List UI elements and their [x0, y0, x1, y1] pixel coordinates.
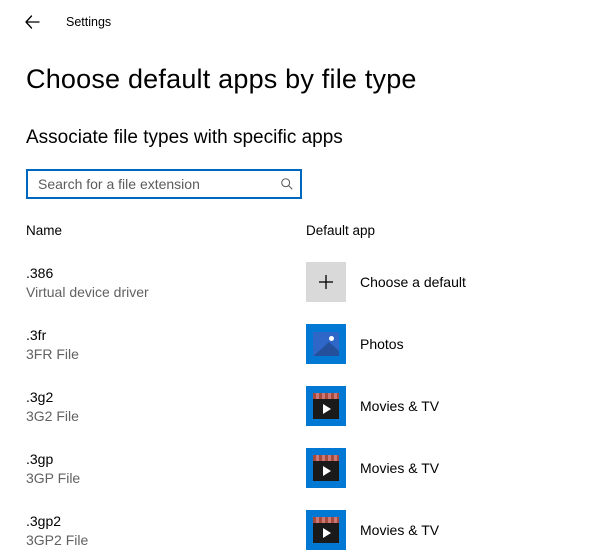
file-extension: .3gp — [26, 450, 306, 469]
column-header-name: Name — [26, 223, 306, 238]
app-icon-photos[interactable] — [306, 324, 346, 364]
app-label: Choose a default — [360, 274, 466, 290]
file-type-row: .386Virtual device driver Choose a defaul… — [26, 262, 586, 302]
app-icon-movies[interactable] — [306, 386, 346, 426]
choose-default-button[interactable] — [306, 262, 346, 302]
arrow-left-icon — [24, 14, 40, 30]
file-description: Virtual device driver — [26, 283, 306, 302]
file-description: 3GP File — [26, 469, 306, 488]
file-type-info: .3gp23GP2 File — [26, 510, 306, 550]
app-icon-movies[interactable] — [306, 448, 346, 488]
app-label: Movies & TV — [360, 522, 439, 538]
file-type-info: .3gp3GP File — [26, 448, 306, 488]
file-extension: .3fr — [26, 326, 306, 345]
file-description: 3GP2 File — [26, 531, 306, 550]
back-button[interactable] — [20, 10, 44, 34]
search-box[interactable] — [26, 169, 302, 199]
default-app-cell[interactable]: Choose a default — [306, 262, 466, 302]
app-label: Photos — [360, 336, 404, 352]
file-type-row: .3gp23GP2 File Movies & TV — [26, 510, 586, 550]
plus-icon — [317, 273, 335, 291]
file-extension: .3gp2 — [26, 512, 306, 531]
file-type-info: .3g23G2 File — [26, 386, 306, 426]
file-type-row: .3gp3GP File Movies & TV — [26, 448, 586, 488]
app-icon-movies[interactable] — [306, 510, 346, 550]
file-description: 3G2 File — [26, 407, 306, 426]
file-description: 3FR File — [26, 345, 306, 364]
page-subtitle: Associate file types with specific apps — [26, 127, 586, 149]
column-headers: Name Default app — [26, 223, 586, 262]
file-extension: .386 — [26, 264, 306, 283]
default-app-cell[interactable]: Movies & TV — [306, 386, 439, 426]
app-label: Movies & TV — [360, 460, 439, 476]
content-area: Choose default apps by file type Associa… — [0, 64, 612, 550]
column-header-default-app: Default app — [306, 223, 586, 238]
movies-icon — [313, 393, 339, 419]
app-label: Movies & TV — [360, 398, 439, 414]
page-title: Choose default apps by file type — [26, 64, 586, 95]
search-input[interactable] — [36, 175, 280, 193]
file-type-row: .3g23G2 File Movies & TV — [26, 386, 586, 426]
search-icon — [280, 177, 294, 191]
photos-icon — [313, 332, 339, 356]
file-type-list: .386Virtual device driver Choose a defaul… — [26, 262, 586, 550]
default-app-cell[interactable]: Movies & TV — [306, 448, 439, 488]
default-app-cell[interactable]: Photos — [306, 324, 404, 364]
file-type-info: .3fr3FR File — [26, 324, 306, 364]
file-extension: .3g2 — [26, 388, 306, 407]
default-app-cell[interactable]: Movies & TV — [306, 510, 439, 550]
title-bar: Settings — [0, 0, 612, 44]
app-title: Settings — [66, 15, 111, 29]
movies-icon — [313, 517, 339, 543]
file-type-info: .386Virtual device driver — [26, 262, 306, 302]
file-type-row: .3fr3FR File Photos — [26, 324, 586, 364]
movies-icon — [313, 455, 339, 481]
